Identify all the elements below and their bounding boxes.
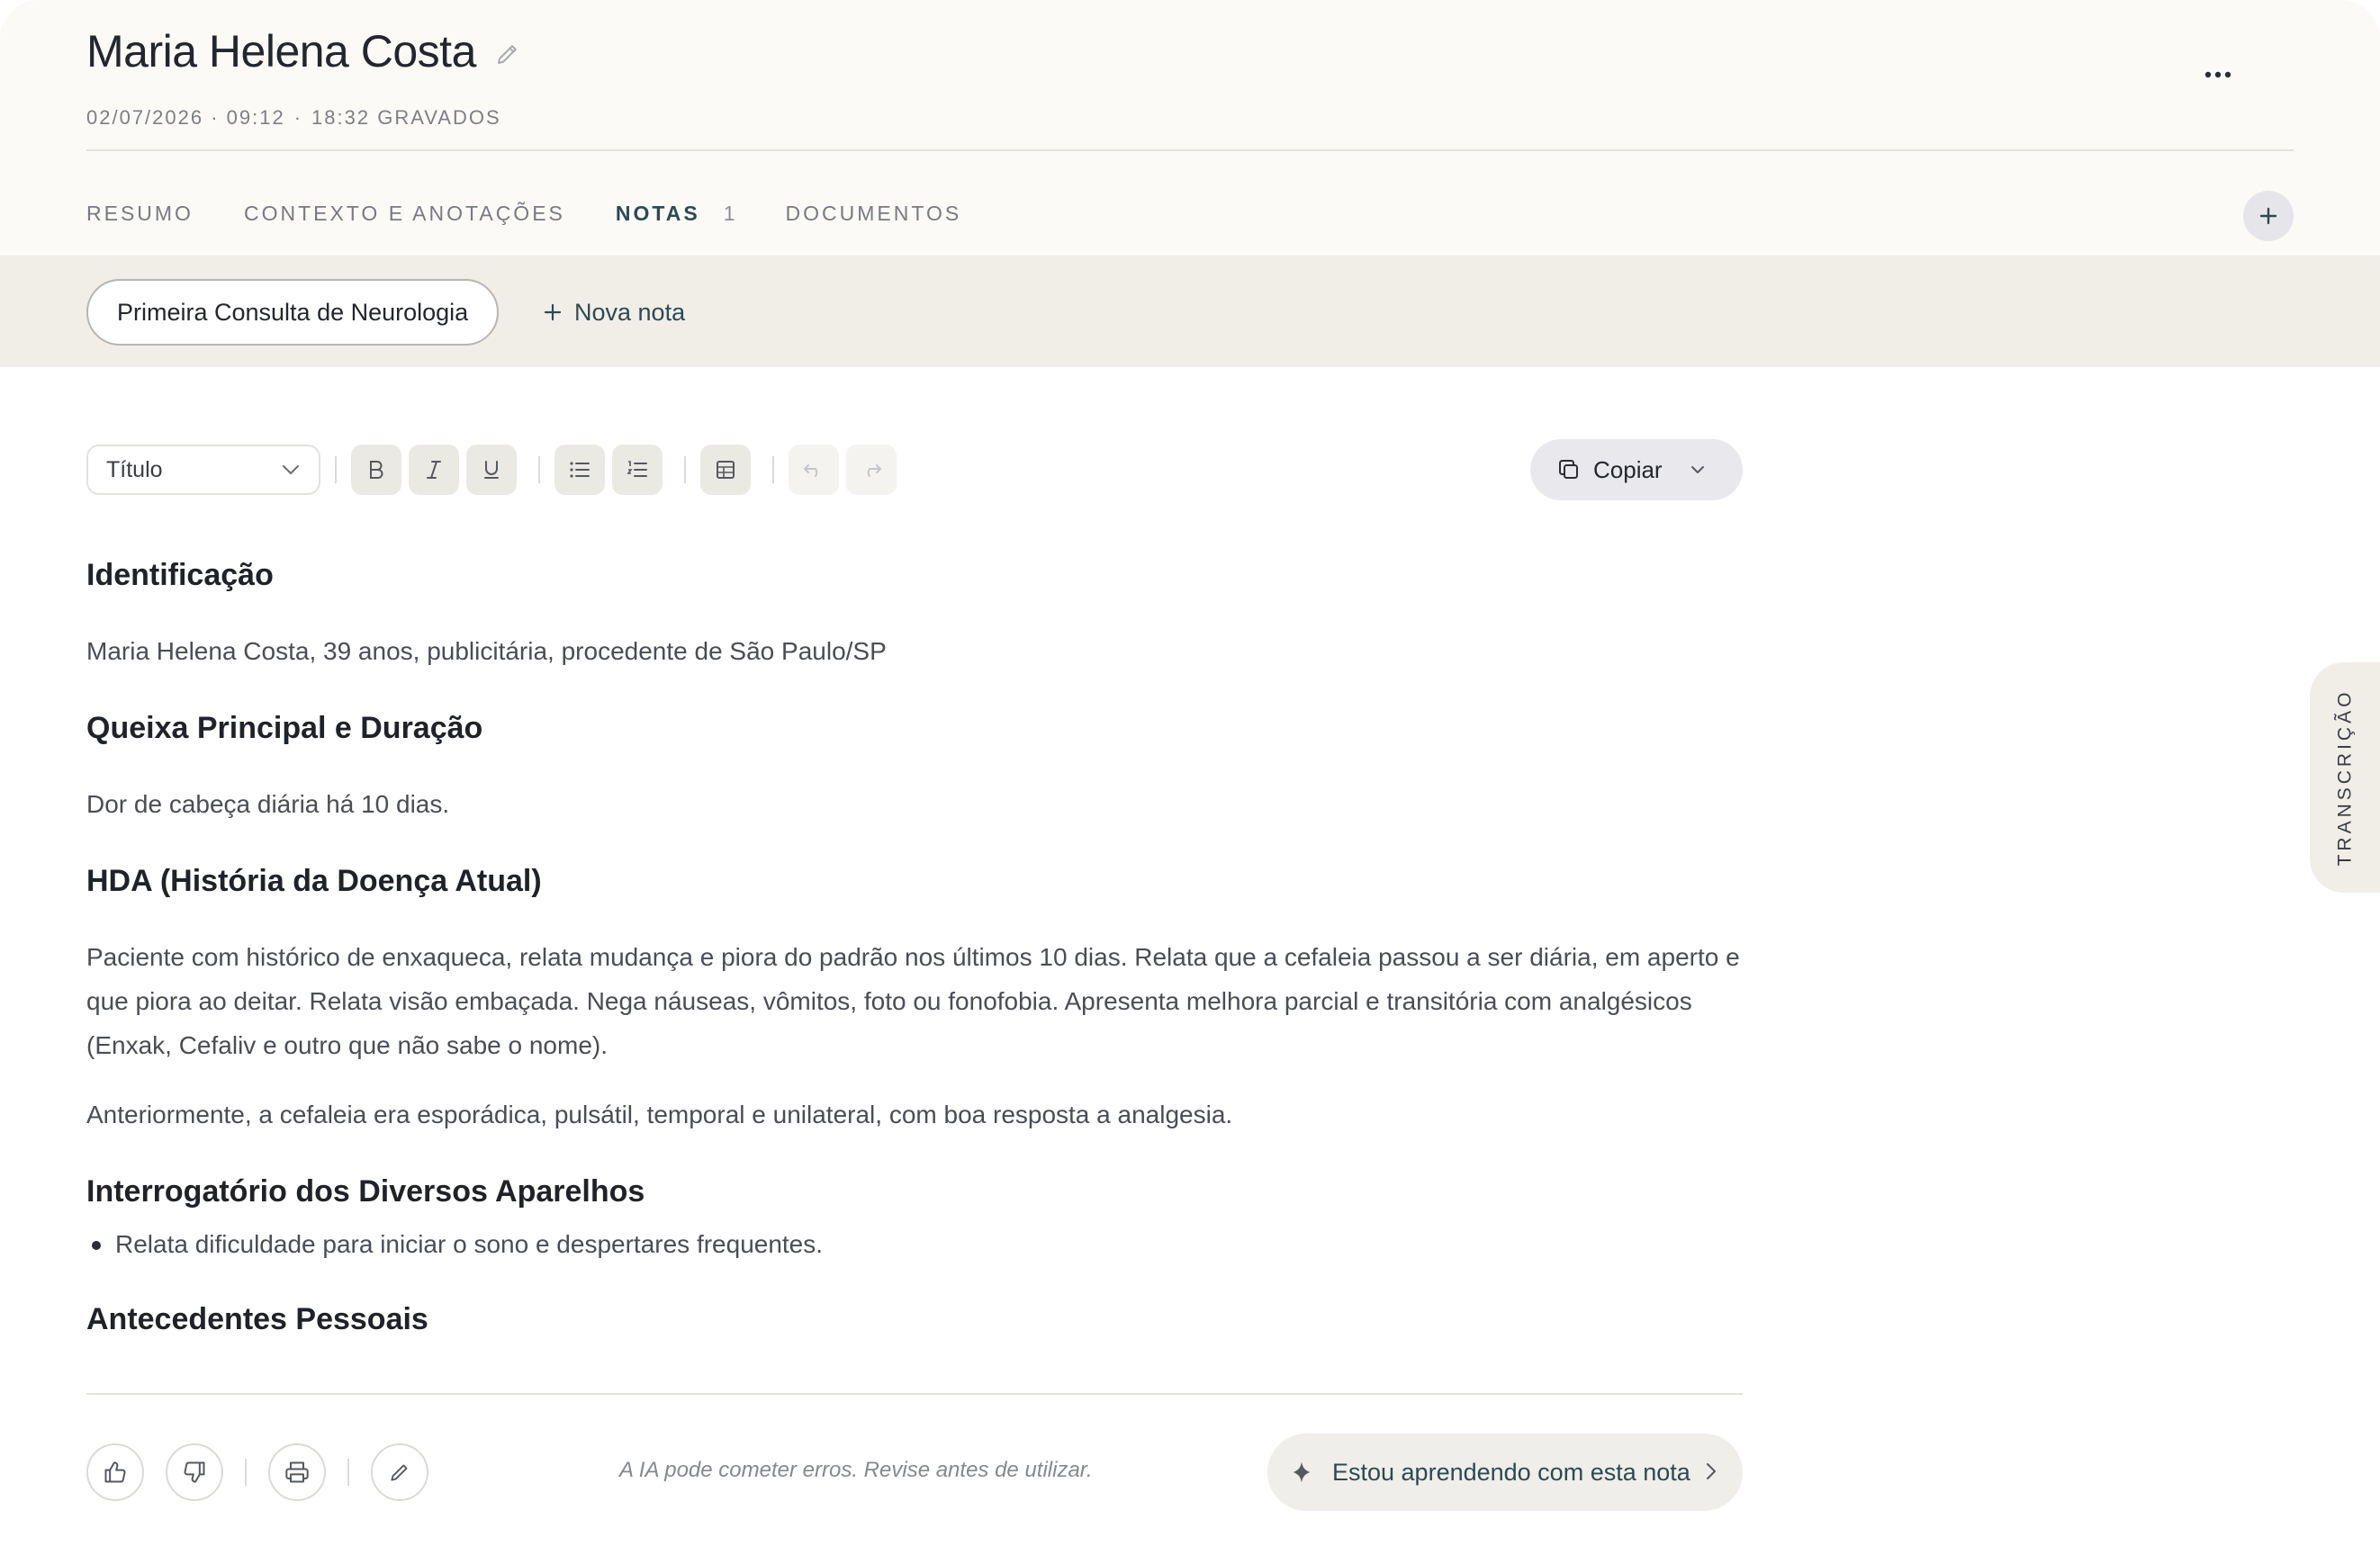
tab-documentos[interactable]: DOCUMENTOS — [785, 202, 961, 226]
thumbs-down-button[interactable] — [166, 1443, 223, 1501]
toolbar-divider — [335, 456, 337, 483]
toolbar-divider — [772, 456, 774, 483]
italic-icon — [427, 461, 441, 479]
tab-bar: RESUMO CONTEXTO E ANOTAÇÕES NOTAS 1 DOCUM… — [86, 202, 1012, 226]
thumbs-down-icon — [184, 1461, 205, 1483]
italic-button[interactable] — [409, 445, 459, 495]
copy-label: Copiar — [1593, 455, 1663, 483]
pencil-icon[interactable] — [492, 39, 523, 69]
section-heading: Identificação — [86, 558, 274, 592]
section-heading: HDA (História da Doença Atual) — [86, 864, 542, 898]
new-note-label: Nova nota — [574, 298, 686, 326]
transcription-tab-label: TRANSCRIÇÃO — [2334, 688, 2356, 867]
chevron-down-icon[interactable] — [1690, 464, 1706, 475]
note-content[interactable]: Identificação Maria Helena Costa, 39 ano… — [86, 558, 1743, 1350]
section-heading: Interrogatório dos Diversos Aparelhos — [86, 1174, 645, 1209]
chevron-right-icon — [1707, 1463, 1716, 1479]
plus-icon — [2259, 207, 2277, 225]
editor-toolbar: Título — [86, 445, 904, 495]
header-divider — [86, 149, 2294, 151]
learning-button[interactable]: Estou aprendendo com esta nota — [1267, 1434, 1743, 1511]
section-paragraph: Maria Helena Costa, 39 anos, publicitári… — [86, 637, 887, 665]
meta-separator: · — [293, 106, 303, 129]
tab-label: CONTEXTO E ANOTAÇÕES — [243, 202, 565, 225]
numbered-list-icon — [627, 461, 647, 477]
section-paragraph: Paciente com histórico de enxaqueca, rel… — [86, 943, 1740, 1059]
session-meta: 02/07/2026 · 09:12 · 18:32 GRAVADOS — [86, 106, 501, 130]
section-paragraph: Anteriormente, a cefaleia era esporádica… — [86, 1101, 1233, 1128]
tab-contexto[interactable]: CONTEXTO E ANOTAÇÕES — [244, 202, 565, 226]
section-paragraph: Dor de cabeça diária há 10 dias. — [86, 790, 450, 818]
numbered-list-button[interactable] — [612, 445, 663, 495]
new-note-button[interactable]: Nova nota — [544, 279, 685, 346]
bullet-list-button[interactable] — [554, 445, 605, 495]
copy-button[interactable]: Copiar — [1530, 439, 1743, 500]
undo-button[interactable] — [789, 445, 839, 495]
note-chip-active[interactable]: Primeira Consulta de Neurologia — [86, 279, 500, 346]
toolbar-divider — [684, 456, 686, 483]
ai-disclaimer: A IA pode cometer erros. Revise antes de… — [619, 1458, 1093, 1482]
undo-icon — [804, 464, 818, 477]
footer-divider — [347, 1459, 349, 1486]
transcription-tab[interactable]: TRANSCRIÇÃO — [2310, 662, 2380, 893]
redo-button[interactable] — [846, 445, 897, 495]
redo-icon — [867, 464, 881, 477]
title-row: Maria Helena Costa — [86, 25, 523, 77]
tab-notas[interactable]: NOTAS 1 — [616, 202, 735, 226]
session-datetime: 02/07/2026 · 09:12 — [86, 106, 285, 129]
chevron-down-icon — [283, 465, 299, 474]
more-icon[interactable] — [2191, 52, 2245, 97]
patient-name: Maria Helena Costa — [86, 26, 476, 76]
learning-label: Estou aprendendo com esta nota — [1332, 1458, 1690, 1486]
feedback-actions — [86, 1443, 428, 1501]
table-button[interactable] — [700, 445, 751, 495]
bold-icon — [370, 461, 383, 479]
recorded-duration: 18:32 GRAVADOS — [311, 106, 501, 129]
bold-button[interactable] — [351, 445, 401, 495]
print-icon — [285, 1461, 309, 1483]
edit-button[interactable] — [371, 1443, 428, 1501]
tab-count: 1 — [723, 202, 735, 225]
thumbs-up-button[interactable] — [86, 1443, 144, 1501]
text-style-select[interactable]: Título — [86, 445, 320, 495]
pencil-icon — [391, 1464, 408, 1481]
print-button[interactable] — [268, 1443, 326, 1501]
header: Maria Helena Costa 02/07/2026 · 09:12 · … — [0, 0, 2380, 256]
add-tab-button[interactable] — [2243, 191, 2294, 241]
plus-icon — [544, 303, 562, 321]
table-icon — [717, 461, 735, 479]
sparkle-icon — [1293, 1461, 1311, 1483]
thumbs-up-icon — [104, 1461, 126, 1483]
note-strip: Primeira Consulta de Neurologia Nova not… — [0, 256, 2380, 367]
underline-button[interactable] — [466, 445, 517, 495]
tab-label: DOCUMENTOS — [785, 202, 962, 225]
content-divider — [86, 1393, 1743, 1395]
section-heading: Queixa Principal e Duração — [86, 711, 483, 745]
app-window: Maria Helena Costa 02/07/2026 · 09:12 · … — [0, 0, 2380, 1555]
underline-icon — [484, 461, 499, 479]
bullet-list: Relata dificuldade para iniciar o sono e… — [86, 1222, 1743, 1266]
toolbar-divider — [538, 456, 540, 483]
bullet-list-icon — [570, 462, 590, 478]
tab-label: RESUMO — [86, 202, 194, 225]
text-style-value: Título — [106, 456, 163, 482]
copy-icon — [1559, 460, 1578, 479]
footer-divider — [245, 1459, 247, 1486]
tab-resumo[interactable]: RESUMO — [86, 202, 194, 226]
section-heading: Antecedentes Pessoais — [86, 1302, 428, 1336]
list-item: Relata dificuldade para iniciar o sono e… — [86, 1222, 1743, 1266]
tab-label: NOTAS — [615, 202, 700, 225]
